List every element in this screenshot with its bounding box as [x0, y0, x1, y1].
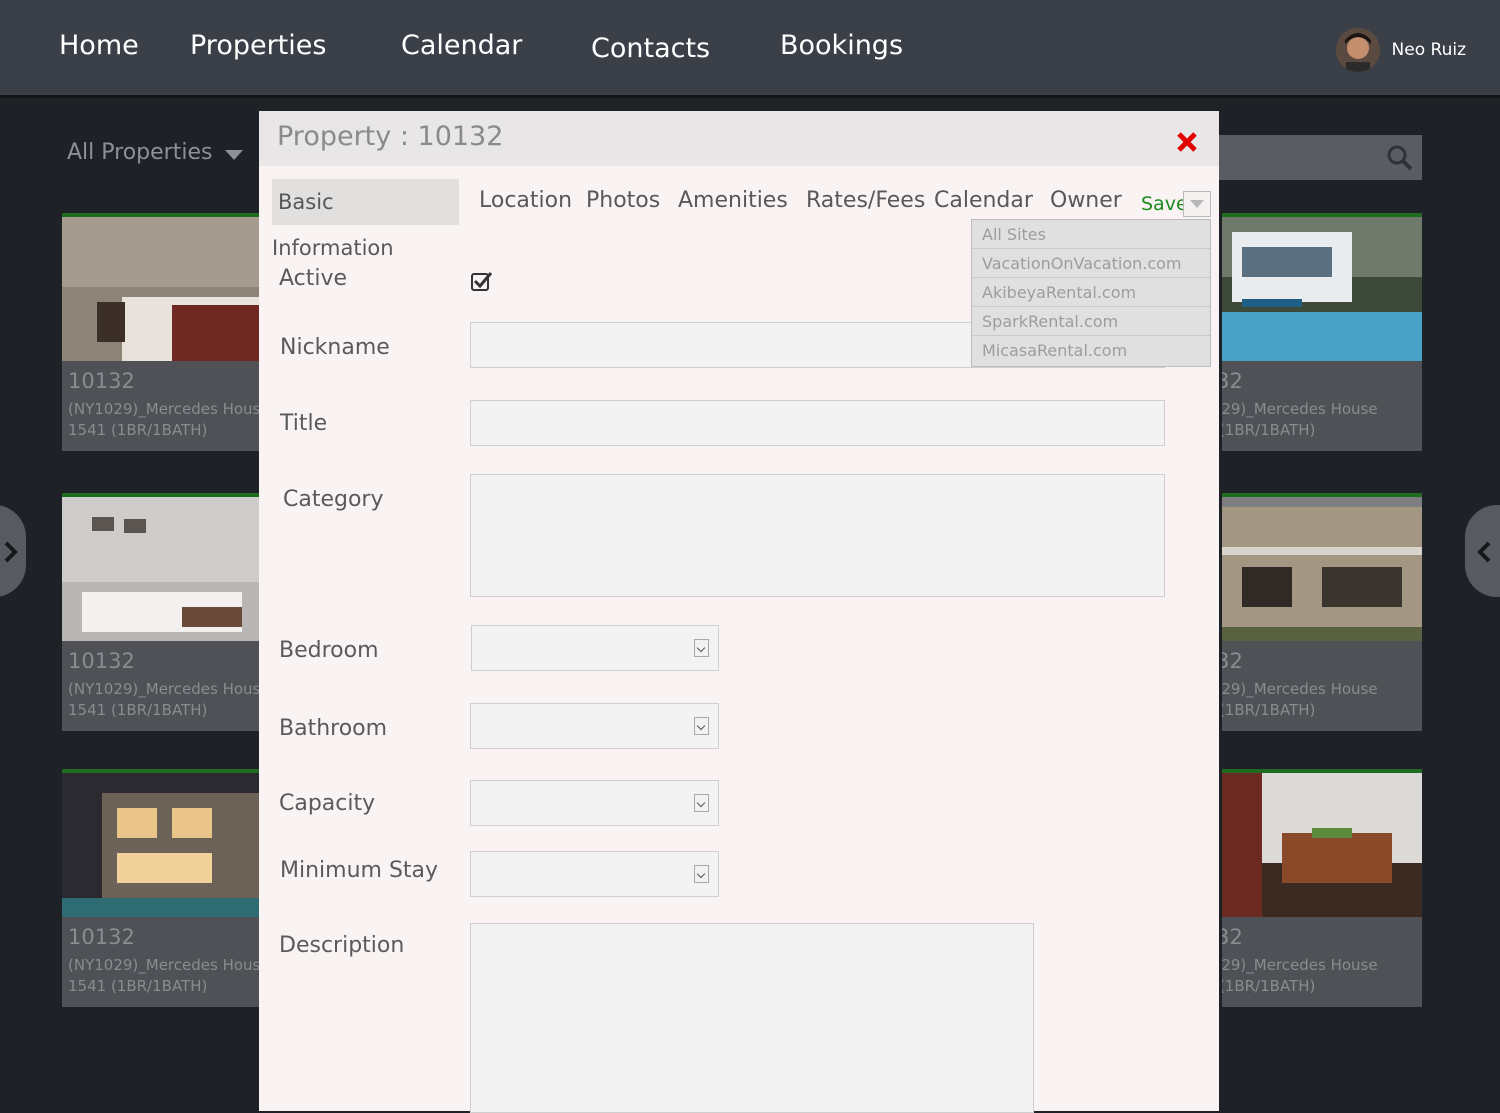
modal-header: Property : 10132 — [259, 111, 1219, 166]
capacity-label: Capacity — [279, 791, 376, 816]
property-id: 10132 — [68, 925, 135, 949]
chevron-down-icon — [694, 717, 709, 735]
property-photo — [62, 497, 262, 641]
bedroom-label: Bedroom — [279, 638, 379, 663]
chevron-right-icon — [4, 541, 18, 563]
nav-home[interactable]: Home — [59, 30, 139, 61]
tab-rates-fees[interactable]: Rates/Fees — [806, 188, 925, 213]
property-name: (NY1029)_Mercedes House 1541 (1BR/1BATH) — [1222, 680, 1378, 719]
property-photo — [62, 217, 262, 361]
property-id: 10132 — [68, 369, 135, 393]
property-card[interactable]: 10132 (NY1029)_Mercedes House 1541 (1BR/… — [62, 213, 262, 451]
bathroom-label: Bathroom — [279, 716, 388, 741]
bathroom-select[interactable] — [470, 703, 719, 749]
property-name: (NY1029)_Mercedes House 1541 (1BR/1BATH) — [68, 956, 262, 995]
user-menu[interactable]: Neo Ruiz — [1335, 28, 1466, 72]
property-id: 10132 — [1222, 649, 1243, 673]
property-name: (NY1029)_Mercedes House 1541 (1BR/1BATH) — [68, 400, 262, 439]
avatar — [1335, 28, 1380, 72]
chevron-down-icon — [1190, 200, 1204, 208]
nav-properties[interactable]: Properties — [190, 30, 326, 61]
next-page-button[interactable] — [1465, 505, 1500, 597]
property-name: (NY1029)_Mercedes House 1541 (1BR/1BATH) — [1222, 956, 1378, 995]
description-label: Description — [279, 933, 405, 958]
bedroom-select[interactable] — [471, 625, 719, 671]
property-card[interactable]: 10132 (NY1029)_Mercedes House 1541 (1BR/… — [1222, 213, 1422, 451]
nav-calendar[interactable]: Calendar — [401, 30, 522, 61]
tab-owner[interactable]: Owner — [1050, 188, 1122, 213]
description-field[interactable] — [470, 923, 1034, 1113]
save-options-menu: All Sites VacationOnVacation.com Akibeya… — [971, 219, 1211, 367]
search-input[interactable] — [1190, 135, 1422, 180]
minimum-stay-label: Minimum Stay — [280, 858, 439, 883]
property-modal: Property : 10132 Basic Information Locat… — [259, 111, 1219, 1113]
nav-bookings[interactable]: Bookings — [780, 30, 903, 61]
property-photo — [62, 773, 262, 917]
tab-calendar[interactable]: Calendar — [934, 188, 1033, 213]
tab-basic-information[interactable]: Basic Information — [272, 179, 459, 260]
property-photo — [1222, 497, 1422, 641]
property-card[interactable]: 10132 (NY1029)_Mercedes House 1541 (1BR/… — [62, 493, 262, 731]
property-filter[interactable]: All Properties — [67, 140, 212, 165]
nickname-label: Nickname — [280, 335, 390, 360]
category-field[interactable] — [470, 474, 1165, 597]
nav-contacts[interactable]: Contacts — [591, 33, 710, 64]
save-options-toggle[interactable] — [1183, 191, 1211, 217]
save-option-micasarental[interactable]: MicasaRental.com — [972, 336, 1210, 364]
property-id: 10132 — [1222, 369, 1243, 393]
save-option-akibeyarental[interactable]: AkibeyaRental.com — [972, 278, 1210, 307]
active-checkbox[interactable] — [470, 269, 494, 293]
tab-location[interactable]: Location — [479, 188, 572, 213]
prev-page-button[interactable] — [0, 505, 26, 597]
category-label: Category — [283, 487, 384, 512]
title-label: Title — [280, 411, 328, 436]
property-card[interactable]: 10132 (NY1029)_Mercedes House 1541 (1BR/… — [1222, 769, 1422, 1007]
close-icon[interactable] — [1175, 130, 1199, 154]
top-nav: Home Properties Calendar Contacts Bookin… — [0, 0, 1500, 98]
save-option-all-sites[interactable]: All Sites — [972, 220, 1210, 249]
search-icon[interactable] — [1386, 144, 1414, 172]
minimum-stay-select[interactable] — [470, 851, 719, 897]
chevron-down-icon — [694, 639, 709, 657]
save-option-vacationonvacation[interactable]: VacationOnVacation.com — [972, 249, 1210, 278]
property-name: (NY1029)_Mercedes House 1541 (1BR/1BATH) — [1222, 400, 1378, 439]
modal-title: Property : 10132 — [277, 121, 504, 152]
property-id: 10132 — [1222, 925, 1243, 949]
capacity-select[interactable] — [470, 780, 719, 826]
save-option-sparkrental[interactable]: SparkRental.com — [972, 307, 1210, 336]
chevron-down-icon — [694, 865, 709, 883]
chevron-down-icon[interactable] — [225, 150, 243, 160]
title-field[interactable] — [470, 400, 1165, 446]
tab-photos[interactable]: Photos — [586, 188, 660, 213]
property-photo — [1222, 773, 1422, 917]
active-label: Active — [279, 266, 348, 291]
property-card[interactable]: 10132 (NY1029)_Mercedes House 1541 (1BR/… — [1222, 493, 1422, 731]
tab-amenities[interactable]: Amenities — [678, 188, 788, 213]
user-name: Neo Ruiz — [1391, 40, 1466, 60]
property-photo — [1222, 217, 1422, 361]
property-name: (NY1029)_Mercedes House 1541 (1BR/1BATH) — [68, 680, 262, 719]
property-id: 10132 — [68, 649, 135, 673]
chevron-down-icon — [694, 794, 709, 812]
save-button[interactable]: Save — [1141, 193, 1188, 215]
property-card[interactable]: 10132 (NY1029)_Mercedes House 1541 (1BR/… — [62, 769, 262, 1007]
chevron-left-icon — [1477, 541, 1491, 563]
